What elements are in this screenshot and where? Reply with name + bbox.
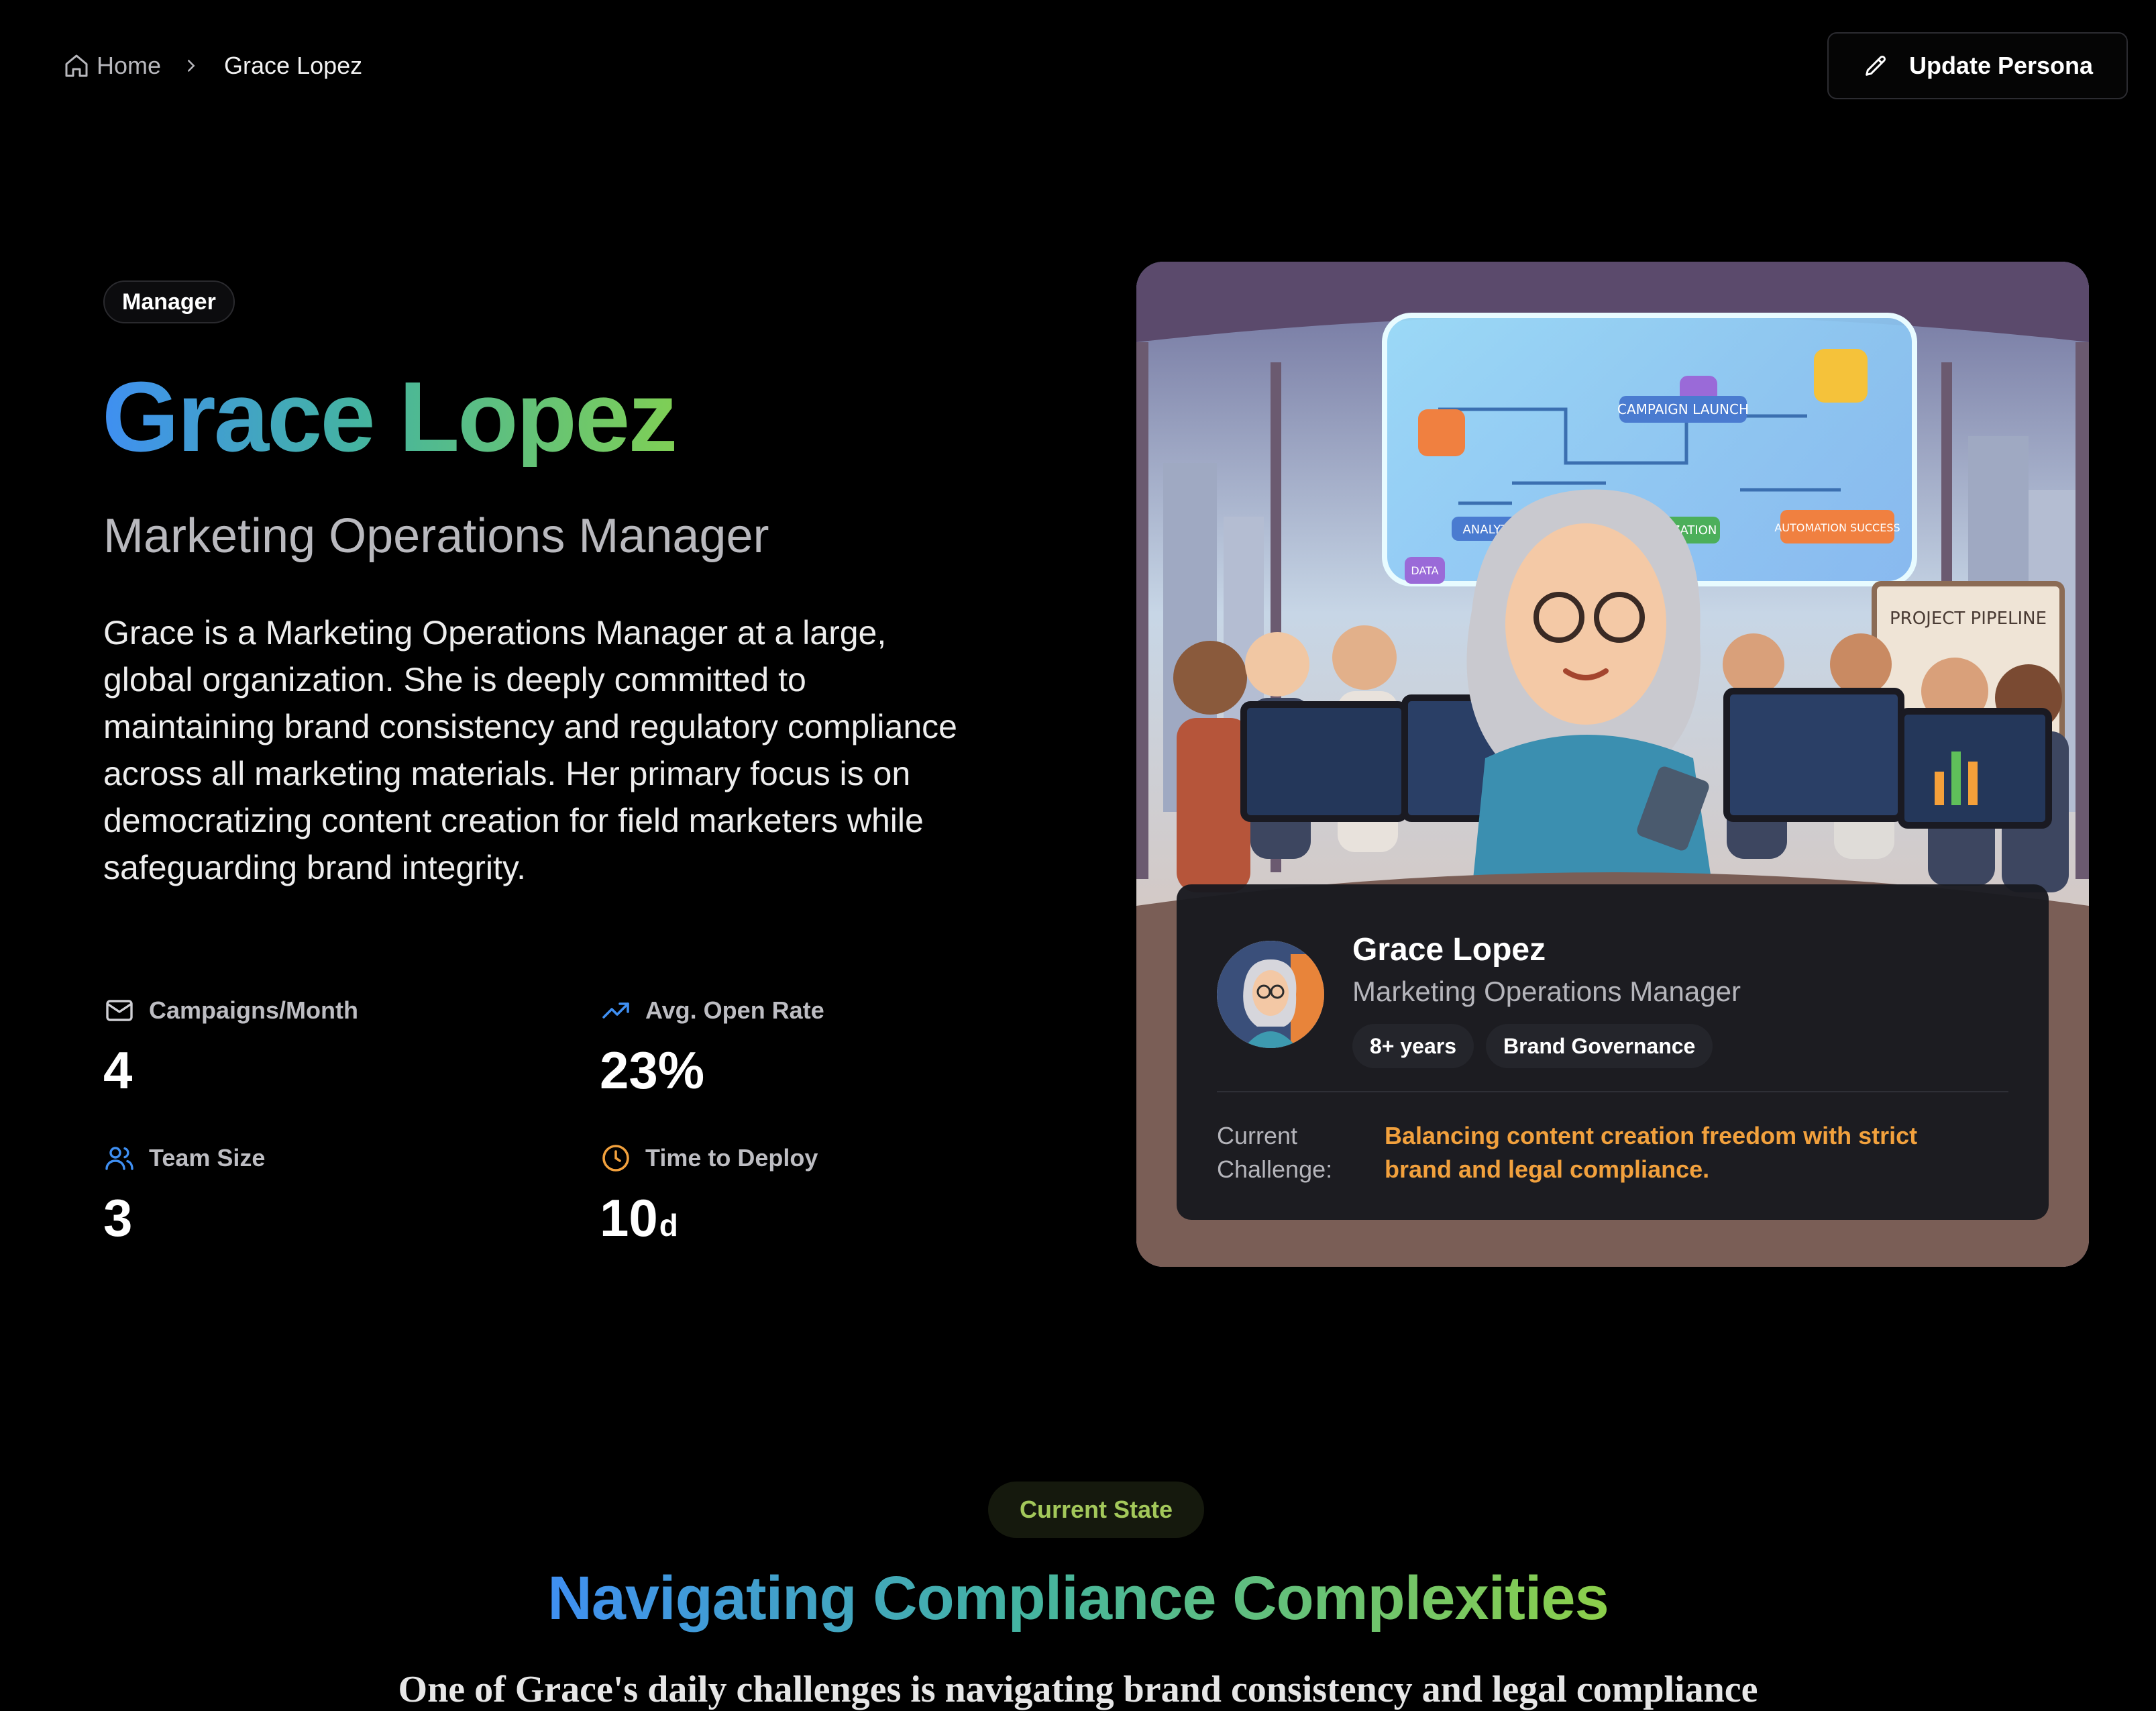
- stat-unit: d: [659, 1208, 678, 1243]
- update-persona-button[interactable]: Update Persona: [1827, 32, 2128, 99]
- breadcrumb: Home Grace Lopez: [63, 50, 362, 82]
- home-icon: [65, 54, 88, 77]
- persona-illustration-card: CAMPAIGN LAUNCH ANALYTICS Q3 OPTIMIZATIO…: [1136, 262, 2089, 1267]
- section-subtitle: One of Grace's daily challenges is navig…: [398, 1669, 1758, 1710]
- challenge-label: Current Challenge:: [1217, 1122, 1333, 1183]
- users-icon: [105, 1147, 133, 1170]
- challenge-text: Balancing content creation freedom with …: [1385, 1122, 1918, 1183]
- stat-time-to-deploy: Time to Deploy 10d: [600, 1142, 1029, 1244]
- role-badge: Manager: [103, 280, 235, 323]
- breadcrumb-home-label: Home: [97, 52, 162, 79]
- pencil-icon: [1866, 55, 1886, 76]
- persona-card-title: Marketing Operations Manager: [1352, 976, 1741, 1007]
- persona-name: Grace Lopez: [102, 362, 678, 472]
- section-title: Navigating Compliance Complexities: [0, 1563, 2156, 1634]
- persona-summary-panel: Grace Lopez Marketing Operations Manager…: [1177, 884, 2049, 1220]
- stat-label: Team Size: [149, 1144, 266, 1172]
- holo-label-automation-success: AUTOMATION SUCCESS: [1774, 521, 1900, 534]
- holo-label-campaign-launch: CAMPAIGN LAUNCH: [1617, 401, 1749, 417]
- update-persona-label: Update Persona: [1908, 52, 2094, 79]
- tag-brand-governance: Brand Governance: [1486, 1024, 1713, 1068]
- persona-card-name: Grace Lopez: [1352, 932, 1546, 968]
- stat-label: Time to Deploy: [645, 1144, 818, 1172]
- holo-label-data: DATA: [1411, 564, 1438, 577]
- breadcrumb-home-link[interactable]: Home: [63, 52, 161, 80]
- mail-icon: [106, 1000, 133, 1021]
- stat-value: 4: [103, 1041, 133, 1100]
- section-title-text: Navigating Compliance Complexities: [547, 1564, 1609, 1632]
- stat-value: 10: [600, 1188, 658, 1247]
- persona-card-tags: 8+ years Brand Governance: [1352, 1024, 1713, 1068]
- trending-up-icon: [602, 1002, 629, 1019]
- tag-experience: 8+ years: [1352, 1024, 1474, 1068]
- avatar: [1217, 941, 1324, 1048]
- chevron-right-icon: [188, 60, 195, 72]
- divider: [1217, 1091, 2008, 1092]
- stat-campaigns-month: Campaigns/Month 4: [103, 994, 533, 1096]
- stat-label: Avg. Open Rate: [645, 996, 824, 1024]
- stat-label: Campaigns/Month: [149, 996, 358, 1024]
- section-badge: Current State: [988, 1482, 1204, 1538]
- board-label-project-pipeline: PROJECT PIPELINE: [1890, 609, 2047, 629]
- persona-title: Marketing Operations Manager: [103, 509, 769, 563]
- clock-icon: [602, 1145, 629, 1172]
- stat-team-size: Team Size 3: [103, 1142, 533, 1244]
- persona-description: Grace is a Marketing Operations Manager …: [103, 614, 957, 886]
- stat-value: 23%: [600, 1041, 705, 1100]
- stat-avg-open-rate: Avg. Open Rate 23%: [600, 994, 1029, 1096]
- breadcrumb-current: Grace Lopez: [224, 52, 363, 79]
- stat-value: 3: [103, 1188, 133, 1247]
